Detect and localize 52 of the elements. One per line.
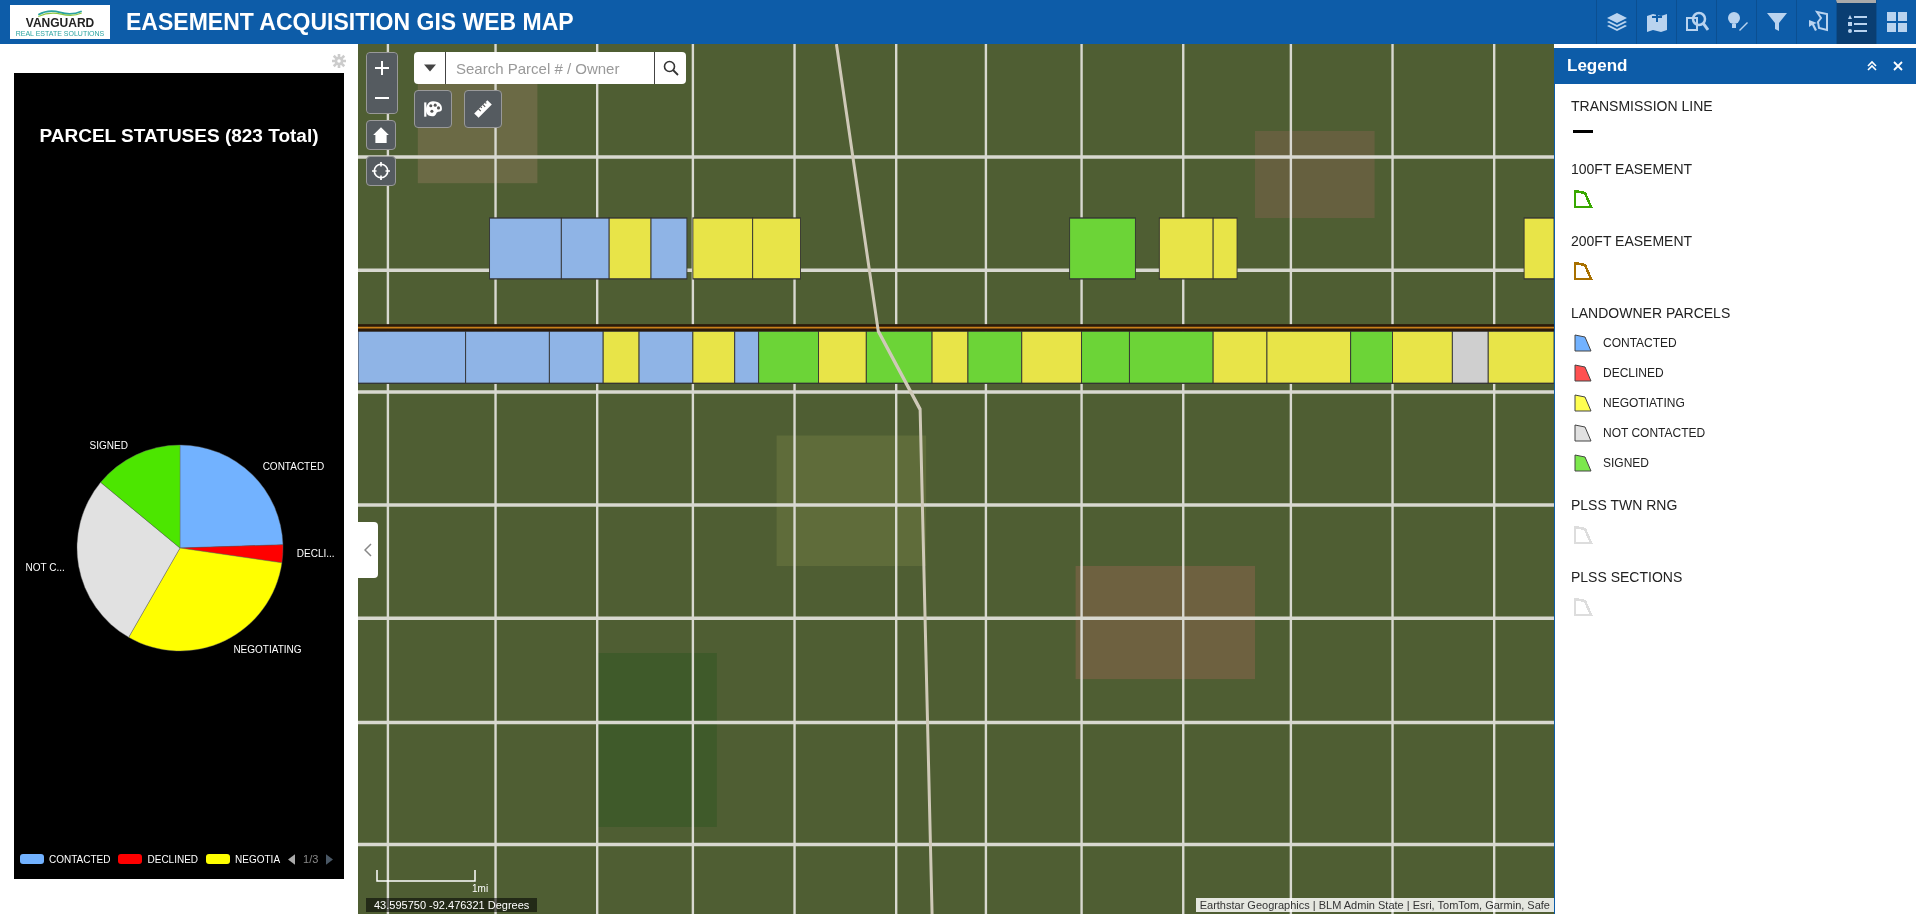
legend-label[interactable]: NEGOTIA: [235, 853, 281, 865]
palette-button[interactable]: [414, 90, 452, 128]
collapse-icon[interactable]: [1866, 60, 1878, 72]
search-button[interactable]: [654, 52, 686, 84]
app-title: EASEMENT ACQUISITION GIS WEB MAP: [126, 8, 574, 36]
slice-label: SIGNED: [89, 439, 128, 451]
legend-section-title: TRANSMISSION LINE: [1571, 98, 1714, 114]
scale-label: 1mi: [472, 883, 489, 894]
legend-section-title: LANDOWNER PARCELS: [1571, 305, 1732, 321]
slice-label: NOT C...: [25, 562, 65, 574]
measure-button[interactable]: [464, 90, 502, 128]
page-indicator: 1/3: [303, 853, 319, 865]
minus-icon: [375, 97, 389, 99]
crosshair-icon: [372, 162, 390, 180]
chevron-left-icon: [364, 543, 372, 557]
next-page-icon[interactable]: [326, 853, 334, 865]
plus-icon: [374, 60, 390, 76]
logo-text: VANGUARD: [25, 17, 95, 30]
locate-button[interactable]: [366, 156, 396, 186]
legend-tool-button[interactable]: [1836, 0, 1876, 44]
ruler-icon: [472, 98, 494, 120]
previous-page-icon[interactable]: [288, 853, 296, 865]
home-button[interactable]: [366, 120, 396, 150]
search-icon: [662, 60, 679, 76]
legend-section-title: 100FT EASEMENT: [1571, 161, 1694, 177]
legend-section-title: PLSS SECTIONS: [1571, 569, 1684, 585]
query-icon: [1684, 10, 1709, 34]
legend-label[interactable]: CONTACTED: [49, 853, 111, 865]
legend-section-title: PLSS TWN RNG: [1571, 497, 1679, 513]
legend-label[interactable]: DECLINED: [147, 853, 199, 865]
slice-label: DECLI...: [296, 548, 335, 560]
search-source-dropdown[interactable]: [414, 52, 446, 84]
filter-icon: [1764, 10, 1789, 34]
legend-item-label: DECLINED: [1603, 366, 1664, 380]
legend-title: Legend: [1567, 56, 1628, 76]
map-attribution: Earthstar Geographics | BLM Admin State | Esri, TomTom, Garmin, Safe: [1195, 898, 1554, 912]
coordinates-readout: 43.595750 -92.476321 Degrees: [366, 898, 538, 912]
legend-section-title: 200FT EASEMENT: [1571, 233, 1694, 249]
collapse-panel-handle[interactable]: [358, 522, 378, 578]
legend-item-label: NEGOTIATING: [1603, 396, 1685, 410]
legend-item-label: SIGNED: [1603, 456, 1649, 470]
close-icon[interactable]: [1892, 60, 1904, 72]
slice-label: NEGOTIATING: [233, 643, 302, 655]
legend-item-label: CONTACTED: [1603, 336, 1677, 350]
home-icon: [372, 126, 390, 144]
grid-icon: [1884, 10, 1909, 34]
slice-label: CONTACTED: [262, 460, 325, 472]
palette-icon: [422, 98, 444, 120]
search-field[interactable]: Search Parcel # / Owner: [446, 52, 654, 84]
caret-icon: [423, 64, 436, 72]
legend-item-label: NOT CONTACTED: [1603, 426, 1706, 440]
chart-title: PARCEL STATUSES (823 Total): [39, 125, 319, 147]
